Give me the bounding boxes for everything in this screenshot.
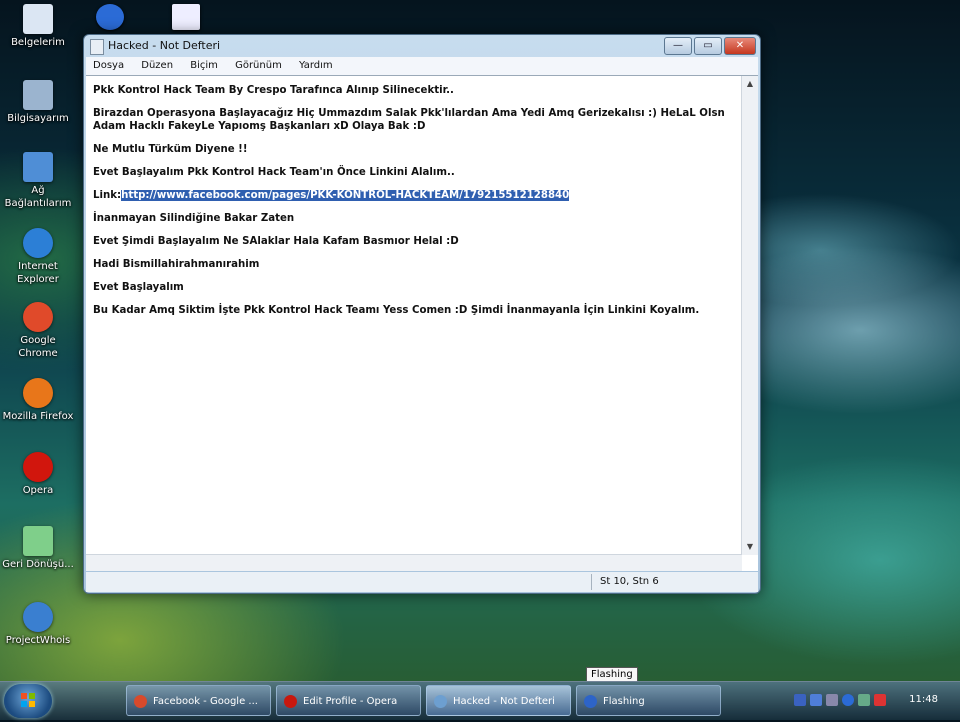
document-icon[interactable] bbox=[172, 4, 200, 30]
text-editor[interactable]: Pkk Kontrol Hack Team By Crespo Tarafınc… bbox=[86, 75, 758, 571]
chrome-icon bbox=[23, 302, 53, 332]
opera-icon bbox=[284, 695, 297, 708]
taskbar-tooltip: Flashing bbox=[586, 667, 638, 682]
network-icon bbox=[23, 152, 53, 182]
desktop-icon-label: Google Chrome bbox=[18, 335, 58, 359]
taskbar: Facebook - Google ... Edit Profile - Ope… bbox=[0, 681, 960, 720]
desktop-icon[interactable]: Belgelerim bbox=[0, 4, 76, 49]
vertical-scrollbar[interactable]: ▲ ▼ bbox=[741, 76, 758, 555]
desktop-icon-label: Mozilla Firefox bbox=[2, 411, 74, 422]
text-line: Evet Başlayalım Pkk Kontrol Hack Team'ın… bbox=[93, 167, 455, 178]
tray-ccleaner-icon[interactable] bbox=[842, 694, 854, 706]
desktop-icon-label: Bilgisayarım bbox=[7, 113, 69, 124]
tray-security-icon[interactable] bbox=[874, 694, 886, 706]
tray-update-icon[interactable] bbox=[858, 694, 870, 706]
desktop-icon[interactable]: Bilgisayarım bbox=[0, 80, 76, 125]
menu-bar: Dosya Düzen Biçim Görünüm Yardım bbox=[86, 57, 758, 75]
internet-explorer-icon bbox=[23, 228, 53, 258]
taskbar-item-label: Facebook - Google ... bbox=[153, 696, 258, 707]
desktop-icon[interactable]: Opera bbox=[0, 452, 76, 497]
horizontal-scrollbar[interactable] bbox=[86, 554, 742, 571]
notepad-icon bbox=[434, 695, 447, 708]
status-separator bbox=[591, 574, 592, 590]
status-bar: St 10, Stn 6 bbox=[86, 572, 758, 592]
close-button[interactable]: ✕ bbox=[724, 37, 756, 55]
firefox-icon bbox=[23, 378, 53, 408]
notepad-icon bbox=[90, 39, 104, 55]
desktop-icon[interactable]: Geri Dönüşü... bbox=[0, 526, 76, 571]
text-line: İnanmayan Silindiğine Bakar Zaten bbox=[93, 213, 295, 224]
link-prefix: Link: bbox=[93, 190, 122, 201]
recycle-bin-icon bbox=[23, 526, 53, 556]
scroll-up-icon[interactable]: ▲ bbox=[742, 76, 758, 92]
flash-icon bbox=[584, 695, 597, 708]
cursor-position: St 10, Stn 6 bbox=[600, 576, 659, 587]
ccleaner-icon[interactable] bbox=[96, 4, 124, 30]
documents-icon bbox=[23, 4, 53, 34]
menu-view[interactable]: Görünüm bbox=[228, 57, 289, 71]
taskbar-item-chrome[interactable]: Facebook - Google ... bbox=[126, 685, 271, 716]
taskbar-item-notepad[interactable]: Hacked - Not Defteri bbox=[426, 685, 571, 716]
desktop-icon-label: ProjectWhois bbox=[5, 635, 71, 646]
desktop-icon[interactable]: Internet Explorer bbox=[0, 228, 76, 286]
desktop-icon-label: Belgelerim bbox=[11, 37, 65, 48]
chrome-icon bbox=[134, 695, 147, 708]
window-title: Hacked - Not Defteri bbox=[108, 39, 221, 52]
taskbar-item-flashing[interactable]: Flashing bbox=[576, 685, 721, 716]
desktop-icon-label: Opera bbox=[22, 485, 54, 496]
taskbar-item-label: Flashing bbox=[603, 696, 645, 707]
scroll-down-icon[interactable]: ▼ bbox=[742, 539, 758, 555]
desktop-icon[interactable]: ProjectWhois bbox=[0, 602, 76, 647]
desktop-icon[interactable]: Mozilla Firefox bbox=[0, 378, 76, 423]
text-line: Evet Başlayalım bbox=[93, 282, 184, 293]
menu-format[interactable]: Biçim bbox=[183, 57, 225, 71]
desktop-icon-label: Internet Explorer bbox=[17, 261, 59, 285]
selected-url[interactable]: http://www.facebook.com/pages/PKK-KONTRO… bbox=[121, 190, 570, 201]
windows-logo-icon bbox=[21, 693, 35, 707]
menu-help[interactable]: Yardım bbox=[292, 57, 340, 71]
taskbar-item-label: Hacked - Not Defteri bbox=[453, 696, 555, 707]
computer-icon bbox=[23, 80, 53, 110]
desktop-icon-label: Ağ Bağlantılarım bbox=[4, 185, 72, 209]
text-line: Pkk Kontrol Hack Team By Crespo Tarafınc… bbox=[93, 85, 454, 96]
system-tray: 11:48 bbox=[784, 682, 960, 720]
desktop-icon-label: Geri Dönüşü... bbox=[2, 559, 74, 570]
text-line: Hadi Bismillahirahmanırahim bbox=[93, 259, 260, 270]
tray-network-icon[interactable] bbox=[810, 694, 822, 706]
taskbar-item-label: Edit Profile - Opera bbox=[303, 696, 398, 707]
opera-icon bbox=[23, 452, 53, 482]
text-line: Ne Mutlu Türküm Diyene !! bbox=[93, 144, 248, 155]
minimize-button[interactable]: — bbox=[664, 37, 692, 55]
start-button[interactable] bbox=[4, 684, 52, 718]
link-line: Link:http://www.facebook.com/pages/PKK-K… bbox=[93, 189, 734, 202]
document-text[interactable]: Pkk Kontrol Hack Team By Crespo Tarafınc… bbox=[93, 84, 734, 327]
clock[interactable]: 11:48 bbox=[909, 694, 938, 705]
title-bar[interactable]: Hacked - Not Defteri — ▭ ✕ bbox=[84, 35, 760, 57]
text-line: Birazdan Operasyona Başlayacağız Hiç Umm… bbox=[93, 108, 725, 132]
tray-volume-icon[interactable] bbox=[826, 694, 838, 706]
maximize-button[interactable]: ▭ bbox=[694, 37, 722, 55]
text-line: Evet Şimdi Başlayalım Ne SAlaklar Hala K… bbox=[93, 236, 459, 247]
taskbar-item-opera[interactable]: Edit Profile - Opera bbox=[276, 685, 421, 716]
desktop-icon[interactable]: Google Chrome bbox=[0, 302, 76, 360]
tray-app-icon[interactable] bbox=[794, 694, 806, 706]
desktop-icon[interactable]: Ağ Bağlantılarım bbox=[0, 152, 76, 210]
notepad-window: Hacked - Not Defteri — ▭ ✕ Dosya Düzen B… bbox=[83, 34, 761, 594]
menu-file[interactable]: Dosya bbox=[86, 57, 131, 71]
text-line: Bu Kadar Amq Siktim İşte Pkk Kontrol Hac… bbox=[93, 305, 700, 316]
menu-edit[interactable]: Düzen bbox=[134, 57, 180, 71]
projectwhois-icon bbox=[23, 602, 53, 632]
